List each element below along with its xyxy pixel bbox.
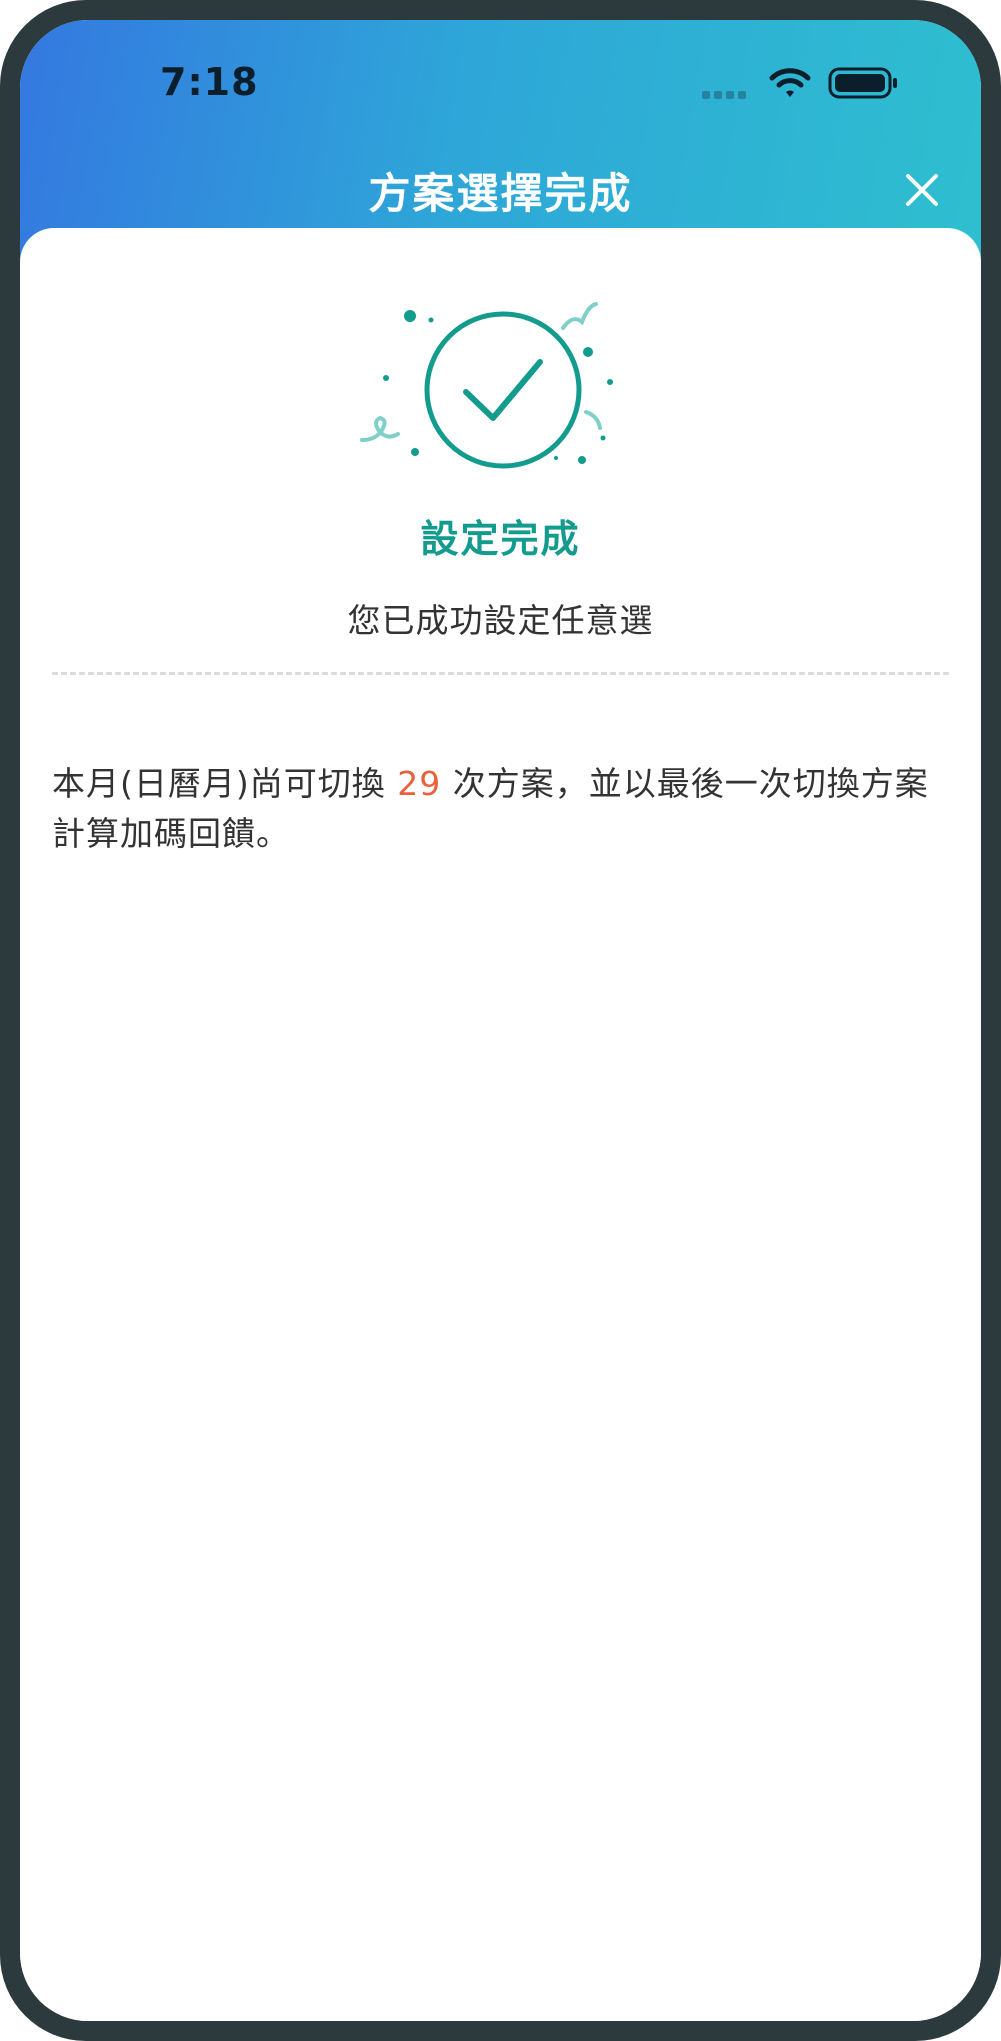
screen: 7:18 方案選擇完成 設定完成 您已成功設定任意選 本月(日曆月)尚可切換 2…: [20, 20, 981, 2021]
success-message: 您已成功設定任意選: [347, 601, 654, 640]
divider: [52, 672, 949, 675]
close-icon: [906, 174, 938, 206]
close-button[interactable]: [900, 168, 944, 212]
remaining-switch-count: 29: [397, 764, 442, 803]
status-bar: 7:18: [20, 20, 981, 130]
battery-icon: [828, 67, 897, 99]
cellular-signal-icon: [702, 84, 750, 103]
info-text-prefix: 本月(日曆月)尚可切換: [52, 764, 398, 803]
wifi-icon: [769, 68, 811, 97]
page-title: 方案選擇完成: [368, 169, 633, 218]
status-time: 7:18: [160, 60, 259, 104]
success-title: 設定完成: [420, 517, 581, 561]
checkmark-circle-icon: [360, 302, 613, 469]
info-text: 本月(日曆月)尚可切換 29 次方案，並以最後一次切換方案計算加碼回饋。: [52, 759, 952, 859]
content-card: 設定完成 您已成功設定任意選 本月(日曆月)尚可切換 29 次方案，並以最後一次…: [20, 228, 981, 2021]
phone-frame: 7:18 方案選擇完成 設定完成 您已成功設定任意選 本月(日曆月)尚可切換 2…: [0, 0, 1001, 2041]
